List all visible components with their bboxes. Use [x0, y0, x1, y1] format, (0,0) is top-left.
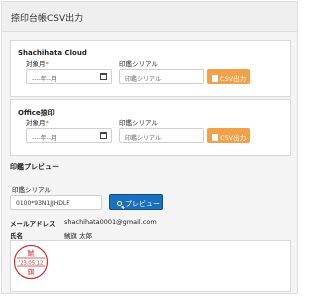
seal-preview-title: 印鑑プレビュー	[10, 163, 59, 171]
cloud-target-month-label: 対象月*	[26, 60, 49, 68]
office-target-month-label: 対象月*	[26, 119, 49, 127]
stamp-top-text: 鯱	[28, 249, 35, 258]
stamp-bottom-text: 旗	[28, 267, 35, 276]
office-seal-serial-label: 印鑑シリアル	[119, 119, 158, 127]
preview-button[interactable]: プレビュー	[109, 194, 163, 210]
email-label: メールアドレス	[10, 220, 56, 228]
calendar-icon[interactable]	[100, 73, 107, 80]
csv-export-panel: 捺印台帳CSV出力 Shachihata Cloud 対象月* ----年--月…	[1, 1, 298, 294]
file-icon	[212, 134, 218, 141]
office-csv-export-button[interactable]: CSV出力	[207, 128, 250, 143]
seal-preview-section: 印鑑プレビュー 印鑑シリアル 0100*93N1JJHDLF プレビュー メール…	[10, 162, 291, 293]
preview-seal-serial-label: 印鑑シリアル	[12, 186, 51, 194]
cloud-card: Shachihata Cloud 対象月* ----年--月 印鑑シリアル 印鑑…	[10, 40, 291, 97]
name-value: 鯱旗 太郎	[64, 232, 93, 240]
cloud-seal-serial-label: 印鑑シリアル	[119, 60, 158, 68]
required-mark: *	[45, 60, 49, 68]
date-stamp-seal: 鯱 '23.05.12 旗	[13, 244, 49, 280]
calendar-icon[interactable]	[100, 132, 107, 139]
cloud-month-input[interactable]: ----年--月	[26, 69, 112, 84]
page-header: 捺印台帳CSV出力	[2, 2, 297, 32]
cloud-csv-export-button[interactable]: CSV出力	[207, 69, 250, 84]
search-icon	[117, 201, 122, 206]
seal-preview-box: 鯱 '23.05.12 旗	[10, 240, 291, 292]
office-month-input[interactable]: ----年--月	[26, 128, 112, 143]
email-value: shachihata0001@gmail.com	[64, 218, 157, 226]
office-seal-serial-input[interactable]: 印鑑シリアル	[119, 128, 204, 143]
preview-seal-serial-input[interactable]: 0100*93N1JJHDLF	[10, 195, 102, 210]
page-title: 捺印台帳CSV出力	[11, 14, 84, 24]
name-label: 氏名	[10, 232, 23, 240]
cloud-seal-serial-input[interactable]: 印鑑シリアル	[119, 69, 204, 84]
required-mark: *	[45, 119, 49, 127]
file-icon	[212, 75, 218, 82]
cloud-card-title: Shachihata Cloud	[18, 49, 87, 57]
office-card: Office捺印 対象月* ----年--月 印鑑シリアル 印鑑シリアル CSV…	[10, 99, 291, 156]
stamp-date-text: '23.05.12	[19, 260, 44, 266]
